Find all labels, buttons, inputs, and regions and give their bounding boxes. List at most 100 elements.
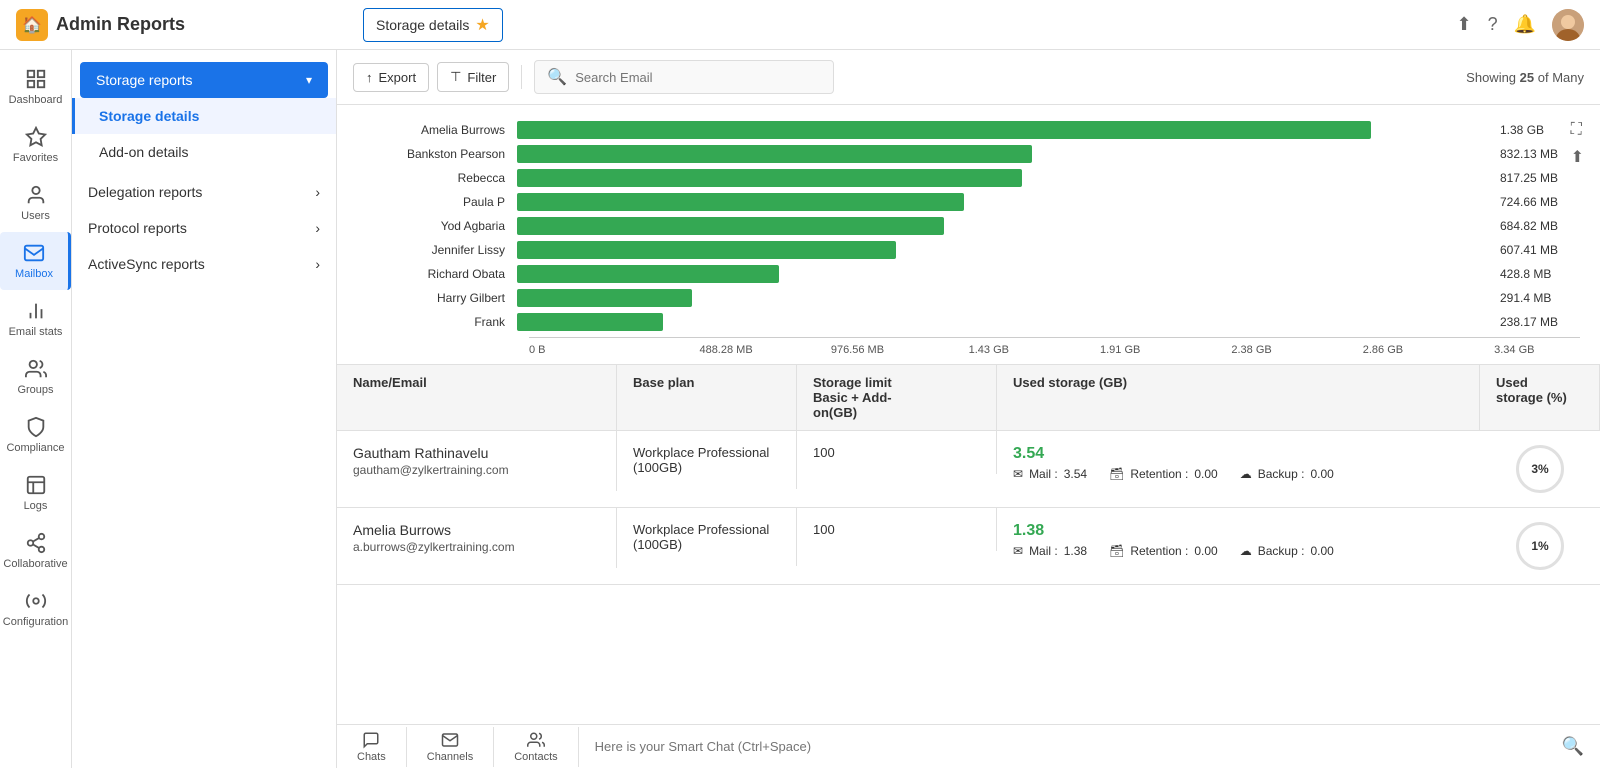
sidebar-label-favorites: Favorites: [13, 152, 58, 164]
user-avatar[interactable]: [1552, 9, 1584, 41]
search-input[interactable]: [575, 70, 821, 85]
main-layout: Dashboard Favorites Users Mailbox Email …: [0, 50, 1600, 768]
th-used-pct: Usedstorage (%): [1480, 365, 1600, 430]
nav-storage-details-label: Storage details: [99, 108, 199, 124]
notification-icon[interactable]: 🔔: [1514, 14, 1536, 35]
pct-circle-0: 3%: [1516, 445, 1564, 493]
storage-reports-label: Storage reports: [96, 72, 193, 88]
chart-label-0: Amelia Burrows: [357, 123, 517, 137]
bottom-bar: Chats Channels Contacts 🔍: [337, 724, 1600, 768]
nav-storage-details[interactable]: Storage details: [72, 98, 336, 134]
chart-value-0: 1.38 GB: [1500, 123, 1580, 137]
sidebar-label-logs: Logs: [24, 500, 48, 512]
bottom-search-icon[interactable]: 🔍: [1546, 736, 1600, 757]
bottom-tab-chats[interactable]: Chats: [337, 727, 407, 767]
nav-protocol-arrow: ›: [315, 220, 320, 236]
nav-activesync-arrow: ›: [315, 256, 320, 272]
sidebar-label-compliance: Compliance: [6, 442, 64, 454]
help-icon[interactable]: ?: [1488, 14, 1498, 35]
chart-value-6: 428.8 MB: [1500, 267, 1580, 281]
search-box[interactable]: 🔍: [534, 60, 834, 94]
chart-bar-container-3: [517, 193, 1488, 211]
sidebar-item-collaborative[interactable]: Collaborative: [0, 522, 71, 580]
toolbar-divider: [521, 65, 522, 89]
mail-val-0: 3.54: [1064, 467, 1087, 481]
cell-name-1: Amelia Burrows a.burrows@zylkertraining.…: [337, 508, 617, 568]
share-icon[interactable]: ⬆: [1571, 147, 1584, 167]
nav-activesync-reports[interactable]: ActiveSync reports ›: [72, 246, 336, 282]
fullscreen-icon[interactable]: ⛶: [1571, 121, 1584, 139]
bottom-channels-label: Channels: [427, 751, 473, 763]
chart-value-5: 607.41 MB: [1500, 243, 1580, 257]
table-section: Name/Email Base plan Storage limitBasic …: [337, 365, 1600, 585]
nav-delegation-arrow: ›: [315, 184, 320, 200]
tab-label: Storage details: [376, 17, 469, 33]
sidebar-label-dashboard: Dashboard: [9, 94, 63, 106]
header-actions: ⬆ ? 🔔: [1456, 9, 1584, 41]
storage-details-tab[interactable]: Storage details ★: [363, 8, 503, 42]
chart-row: Jennifer Lissy 607.41 MB: [357, 241, 1580, 259]
th-base-plan: Base plan: [617, 365, 797, 430]
search-icon: 🔍: [547, 67, 567, 87]
cell-plan-1: Workplace Professional (100GB): [617, 508, 797, 566]
sidebar-item-favorites[interactable]: Favorites: [0, 116, 71, 174]
tab-star-icon[interactable]: ★: [475, 15, 489, 35]
export-button[interactable]: ↑ Export: [353, 63, 429, 92]
nav-addon-details[interactable]: Add-on details: [72, 134, 336, 170]
used-value-1: 1.38: [1013, 522, 1464, 540]
filter-button[interactable]: ⊤ Filter: [437, 62, 509, 92]
cell-used-0: 3.54 ✉ Mail : 3.54 🗃 Retention : 0.00 ☁ …: [997, 431, 1480, 495]
backup-val-0: 0.00: [1310, 467, 1333, 481]
cell-name-0: Gautham Rathinavelu gautham@zylkertraini…: [337, 431, 617, 491]
bottom-contacts-label: Contacts: [514, 751, 557, 763]
table-header: Name/Email Base plan Storage limitBasic …: [337, 365, 1600, 431]
bottom-tab-contacts[interactable]: Contacts: [494, 727, 578, 767]
tab-bar: Storage details ★: [363, 8, 1444, 42]
app-title: Admin Reports: [56, 14, 185, 35]
showing-suffix: of Many: [1538, 70, 1584, 85]
chart-row: Richard Obata 428.8 MB: [357, 265, 1580, 283]
cell-pct-1: 1%: [1480, 508, 1600, 584]
th-name: Name/Email: [337, 365, 617, 430]
nav-protocol-reports[interactable]: Protocol reports ›: [72, 210, 336, 246]
nav-activesync-label: ActiveSync reports: [88, 256, 205, 272]
chart-value-2: 817.25 MB: [1500, 171, 1580, 185]
nav-delegation-label: Delegation reports: [88, 184, 202, 200]
smart-chat-input[interactable]: [579, 739, 1546, 754]
sidebar-item-groups[interactable]: Groups: [0, 348, 71, 406]
nav-protocol-label: Protocol reports: [88, 220, 187, 236]
th-storage-limit: Storage limitBasic + Add-on(GB): [797, 365, 997, 430]
toolbar: ↑ Export ⊤ Filter 🔍 Showing 25 of Many: [337, 50, 1600, 105]
sidebar-item-mailbox[interactable]: Mailbox: [0, 232, 71, 290]
sidebar-label-mailbox: Mailbox: [15, 268, 53, 280]
chart-bar-4: [517, 217, 944, 235]
backup-label-0: Backup :: [1258, 467, 1305, 481]
nav-delegation-reports[interactable]: Delegation reports ›: [72, 174, 336, 210]
export-label: Export: [379, 70, 417, 85]
sidebar-item-email-stats[interactable]: Email stats: [0, 290, 71, 348]
retention-val-0: 0.00: [1194, 467, 1217, 481]
sidebar-label-collaborative: Collaborative: [3, 558, 67, 570]
showing-count: Showing 25 of Many: [1466, 70, 1584, 85]
retention-icon-0: 🗃: [1109, 467, 1124, 481]
sidebar-item-compliance[interactable]: Compliance: [0, 406, 71, 464]
sidebar-item-users[interactable]: Users: [0, 174, 71, 232]
bottom-tab-channels[interactable]: Channels: [407, 727, 494, 767]
sidebar-item-configuration[interactable]: Configuration: [0, 580, 71, 638]
pct-circle-1: 1%: [1516, 522, 1564, 570]
chart-rows: Amelia Burrows 1.38 GB Bankston Pearson …: [357, 121, 1580, 331]
storage-reports-nav[interactable]: Storage reports ▾: [80, 62, 328, 98]
backup-icon-1: ☁: [1240, 544, 1252, 558]
top-header: 🏠 Admin Reports Storage details ★ ⬆ ? 🔔: [0, 0, 1600, 50]
upload-icon[interactable]: ⬆: [1456, 14, 1471, 35]
table-row: Amelia Burrows a.burrows@zylkertraining.…: [337, 508, 1600, 585]
sidebar-item-dashboard[interactable]: Dashboard: [0, 58, 71, 116]
axis-label-5: 2.38 GB: [1186, 344, 1317, 356]
user-email-0: gautham@zylkertraining.com: [353, 463, 600, 477]
chart-value-1: 832.13 MB: [1500, 147, 1580, 161]
chart-label-2: Rebecca: [357, 171, 517, 185]
sidebar-label-groups: Groups: [17, 384, 53, 396]
sidebar-item-logs[interactable]: Logs: [0, 464, 71, 522]
user-name-0: Gautham Rathinavelu: [353, 445, 600, 461]
chart-row: Harry Gilbert 291.4 MB: [357, 289, 1580, 307]
